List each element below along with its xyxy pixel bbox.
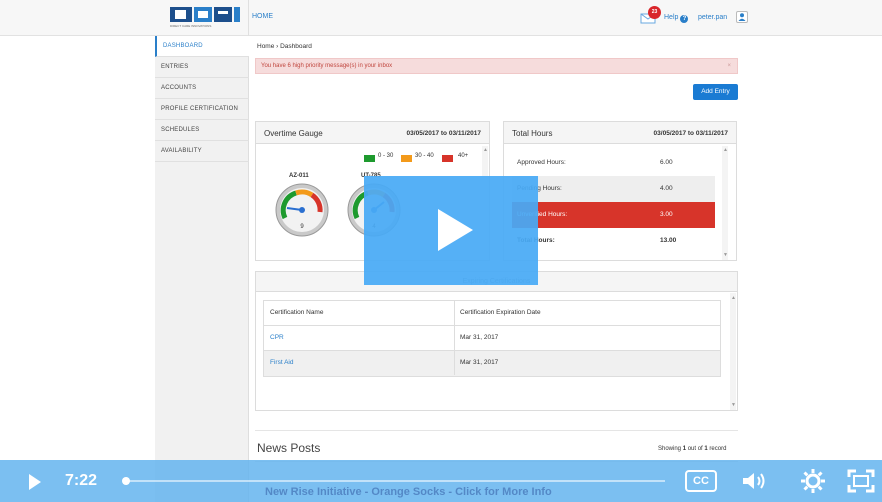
- hours-panel-header: Total Hours 03/05/2017 to 03/11/2017: [504, 122, 736, 144]
- legend-label-0-30: 0 - 30: [378, 153, 394, 159]
- nav-home-link[interactable]: HOME: [252, 13, 273, 20]
- column-header: Certification Expiration Date: [460, 309, 541, 316]
- video-progress-knob[interactable]: [122, 477, 130, 485]
- scroll-down-arrow-icon[interactable]: ▼: [723, 252, 728, 258]
- fullscreen-icon[interactable]: [846, 468, 876, 494]
- user-icon[interactable]: [736, 11, 748, 23]
- volume-icon[interactable]: [740, 469, 770, 493]
- table-row: First Aid Mar 31, 2017: [264, 351, 720, 376]
- sidebar-item-availability[interactable]: AVAILABILITY: [155, 141, 249, 162]
- table-header-row: Certification Name Certification Expirat…: [264, 301, 720, 326]
- video-time: 7:22: [65, 472, 98, 489]
- dci-logo[interactable]: DIRECT CARE INNOVATIONS: [168, 5, 248, 31]
- sidebar: DASHBOARD ENTRIES ACCOUNTS PROFILE CERTI…: [155, 36, 249, 502]
- legend-label-40-plus: 40+: [458, 153, 469, 159]
- logo-tagline: DIRECT CARE INNOVATIONS: [170, 24, 212, 28]
- news-record-count: Showing 1 out of 1 record: [658, 446, 726, 452]
- certification-link[interactable]: CPR: [270, 334, 284, 341]
- help-label: Help: [664, 14, 679, 21]
- gauge-label-az: AZ-011: [289, 173, 309, 179]
- certifications-scrollbar[interactable]: [730, 293, 736, 410]
- certification-date: Mar 31, 2017: [460, 334, 499, 341]
- expiring-certifications-panel: Expiring Certifications Certification Na…: [255, 271, 738, 411]
- certifications-table: Certification Name Certification Expirat…: [263, 300, 721, 377]
- top-navbar: DIRECT CARE INNOVATIONS HOME 23 Help? pe…: [0, 0, 882, 36]
- column-divider: [454, 301, 455, 325]
- help-circle-icon: ?: [680, 15, 689, 23]
- sidebar-item-accounts[interactable]: ACCOUNTS: [155, 78, 249, 99]
- help-link[interactable]: Help?: [664, 14, 689, 23]
- scroll-down-arrow-icon[interactable]: ▼: [731, 402, 736, 408]
- certification-date: Mar 31, 2017: [460, 359, 499, 366]
- play-icon: [438, 209, 473, 251]
- alert-text: You have 6 high priority message(s) in y…: [261, 63, 393, 69]
- scroll-up-arrow-icon[interactable]: ▲: [483, 147, 488, 153]
- sidebar-item-dashboard[interactable]: DASHBOARD: [155, 36, 249, 57]
- column-header: Certification Name: [270, 309, 324, 316]
- sidebar-item-profile-certification[interactable]: PROFILE CERTIFICATION: [155, 99, 249, 120]
- count-mid: out of: [686, 446, 705, 452]
- count-suffix: record: [707, 446, 727, 452]
- legend-swatch-orange: [401, 155, 412, 162]
- hours-date-range: 03/05/2017 to 03/11/2017: [653, 130, 728, 137]
- scroll-up-arrow-icon[interactable]: ▲: [731, 295, 736, 301]
- user-menu-name[interactable]: peter.pan: [698, 14, 727, 21]
- news-posts-title: News Posts: [257, 441, 321, 455]
- section-divider: [255, 430, 738, 431]
- hours-title: Total Hours: [512, 129, 553, 138]
- sidebar-item-schedules[interactable]: SCHEDULES: [155, 120, 249, 141]
- add-entry-button[interactable]: Add Entry: [693, 84, 738, 100]
- total-hours-panel: Total Hours 03/05/2017 to 03/11/2017 App…: [503, 121, 737, 261]
- count-prefix: Showing: [658, 446, 683, 452]
- gauge-az: 9: [275, 183, 329, 237]
- hours-value: 3.00: [660, 211, 673, 218]
- news-post-link[interactable]: New Rise Initiative - Orange Socks - Cli…: [265, 486, 552, 498]
- overtime-date-range: 03/05/2017 to 03/11/2017: [406, 130, 481, 137]
- hours-row-total: Total Hours: 13.00: [512, 228, 715, 254]
- hours-row-pending: Pending Hours: 4.00: [512, 176, 715, 202]
- column-divider: [454, 351, 455, 375]
- alert-close-icon[interactable]: ×: [727, 59, 731, 73]
- overtime-title: Overtime Gauge: [264, 129, 323, 138]
- legend-label-30-40: 30 - 40: [415, 153, 434, 159]
- scroll-up-arrow-icon[interactable]: ▲: [723, 147, 728, 153]
- hours-row-unverified: Unverified Hours: 3.00: [512, 202, 715, 228]
- legend-swatch-green: [364, 155, 375, 162]
- hours-value: 13.00: [660, 237, 677, 244]
- table-row: CPR Mar 31, 2017: [264, 326, 720, 351]
- video-progress-track[interactable]: [125, 480, 665, 482]
- certification-link[interactable]: First Aid: [270, 359, 293, 366]
- column-divider: [454, 326, 455, 350]
- nav-divider: [248, 0, 249, 36]
- hours-row-approved: Approved Hours: 6.00: [512, 150, 715, 176]
- closed-captions-button[interactable]: CC: [685, 470, 717, 492]
- overtime-panel-header: Overtime Gauge 03/05/2017 to 03/11/2017: [256, 122, 489, 144]
- play-icon[interactable]: [29, 474, 41, 490]
- hours-scrollbar[interactable]: [722, 146, 728, 260]
- legend-swatch-red: [442, 155, 453, 162]
- settings-gear-icon[interactable]: [800, 468, 826, 494]
- priority-alert: You have 6 high priority message(s) in y…: [255, 58, 738, 74]
- mail-count-badge: 23: [648, 6, 661, 19]
- sidebar-item-entries[interactable]: ENTRIES: [155, 57, 249, 78]
- breadcrumb: Home › Dashboard: [257, 43, 312, 50]
- video-play-button[interactable]: [364, 176, 538, 285]
- hours-value: 6.00: [660, 159, 673, 166]
- hours-label: Approved Hours:: [517, 159, 566, 166]
- hours-value: 4.00: [660, 185, 673, 192]
